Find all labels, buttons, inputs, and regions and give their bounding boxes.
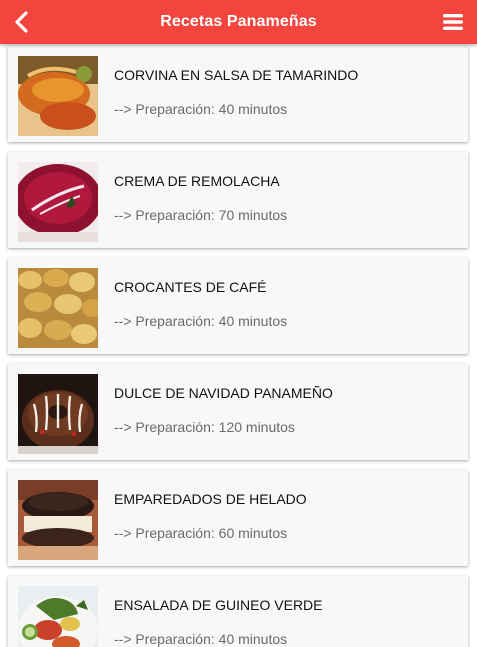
back-button[interactable]: [6, 6, 38, 38]
hamburger-menu-icon: [443, 14, 463, 30]
recipe-thumbnail: [18, 480, 98, 560]
recipe-prep-time: --> Preparación: 60 minutos: [114, 525, 288, 541]
recipe-thumbnail: [18, 162, 98, 242]
recipe-name: CORVINA EN SALSA DE TAMARINDO: [114, 67, 359, 83]
recipe-card[interactable]: CROCANTES DE CAFÉ --> Preparación: 40 mi…: [8, 258, 468, 354]
recipe-prep-time: --> Preparación: 120 minutos: [114, 419, 295, 435]
recipe-name: CROCANTES DE CAFÉ: [114, 279, 267, 295]
app-bar: Recetas Panameñas: [0, 0, 477, 44]
recipe-thumbnail: [18, 268, 98, 348]
recipe-prep-time: --> Preparación: 40 minutos: [114, 631, 288, 647]
menu-button[interactable]: [437, 6, 469, 38]
recipe-card[interactable]: DULCE DE NAVIDAD PANAMEÑO --> Preparació…: [8, 364, 468, 460]
chevron-left-icon: [15, 11, 28, 33]
recipe-name: ENSALADA DE GUINEO VERDE: [114, 597, 323, 613]
recipe-list[interactable]: CORVINA EN SALSA DE TAMARINDO --> Prepar…: [0, 44, 477, 647]
recipe-card[interactable]: CORVINA EN SALSA DE TAMARINDO --> Prepar…: [8, 46, 468, 142]
recipe-thumbnail: [18, 56, 98, 136]
recipe-thumbnail: [18, 374, 98, 454]
recipe-prep-time: --> Preparación: 40 minutos: [114, 101, 288, 117]
recipe-prep-time: --> Preparación: 40 minutos: [114, 313, 288, 329]
recipe-name: DULCE DE NAVIDAD PANAMEÑO: [114, 385, 333, 401]
recipe-prep-time: --> Preparación: 70 minutos: [114, 207, 288, 223]
recipe-card[interactable]: CREMA DE REMOLACHA --> Preparación: 70 m…: [8, 152, 468, 248]
page-title: Recetas Panameñas: [160, 13, 317, 30]
recipe-name: EMPAREDADOS DE HELADO: [114, 491, 307, 507]
recipe-thumbnail: [18, 586, 98, 647]
recipe-card[interactable]: EMPAREDADOS DE HELADO --> Preparación: 6…: [8, 470, 468, 566]
recipe-name: CREMA DE REMOLACHA: [114, 173, 280, 189]
recipe-card[interactable]: ENSALADA DE GUINEO VERDE --> Preparación…: [8, 576, 468, 647]
